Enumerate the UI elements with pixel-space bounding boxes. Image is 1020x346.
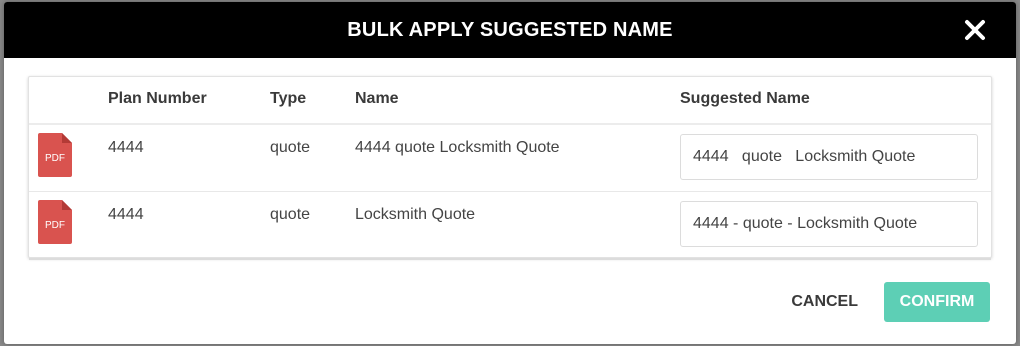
close-icon <box>965 20 985 40</box>
suggested-name-input[interactable] <box>680 201 978 247</box>
dialog-title: BULK APPLY SUGGESTED NAME <box>347 18 673 41</box>
table-header: Plan Number Type Name Suggested Name <box>29 77 991 125</box>
pdf-icon-label: PDF <box>45 153 65 164</box>
cancel-button[interactable]: CANCEL <box>777 282 872 322</box>
column-header-plan-number: Plan Number <box>108 90 207 107</box>
pdf-icon-label: PDF <box>45 220 65 231</box>
pdf-file-icon: PDF <box>38 200 74 244</box>
name-cell: Locksmith Quote <box>355 206 476 223</box>
pdf-file-icon: PDF <box>38 133 74 177</box>
confirm-button[interactable]: CONFIRM <box>884 282 990 322</box>
column-header-name: Name <box>355 90 399 107</box>
close-button[interactable] <box>960 15 990 45</box>
table-row: PDF 4444 quote Locksmith Quote <box>29 192 991 260</box>
type-cell: quote <box>270 206 311 223</box>
type-cell: quote <box>270 139 311 156</box>
plan-number-cell: 4444 <box>108 206 144 223</box>
table-row: PDF 4444 quote 4444 quote Locksmith Quot… <box>29 125 991 192</box>
column-header-type: Type <box>270 90 307 107</box>
name-cell: 4444 quote Locksmith Quote <box>355 139 560 156</box>
dialog-footer: CANCEL CONFIRM <box>777 282 990 322</box>
bulk-apply-dialog: BULK APPLY SUGGESTED NAME Plan Number Ty… <box>4 2 1016 344</box>
plan-number-cell: 4444 <box>108 139 144 156</box>
column-header-suggested-name: Suggested Name <box>680 90 810 107</box>
suggestions-table: Plan Number Type Name Suggested Name PDF… <box>28 76 992 260</box>
dialog-header: BULK APPLY SUGGESTED NAME <box>4 2 1016 58</box>
suggested-name-input[interactable] <box>680 134 978 180</box>
